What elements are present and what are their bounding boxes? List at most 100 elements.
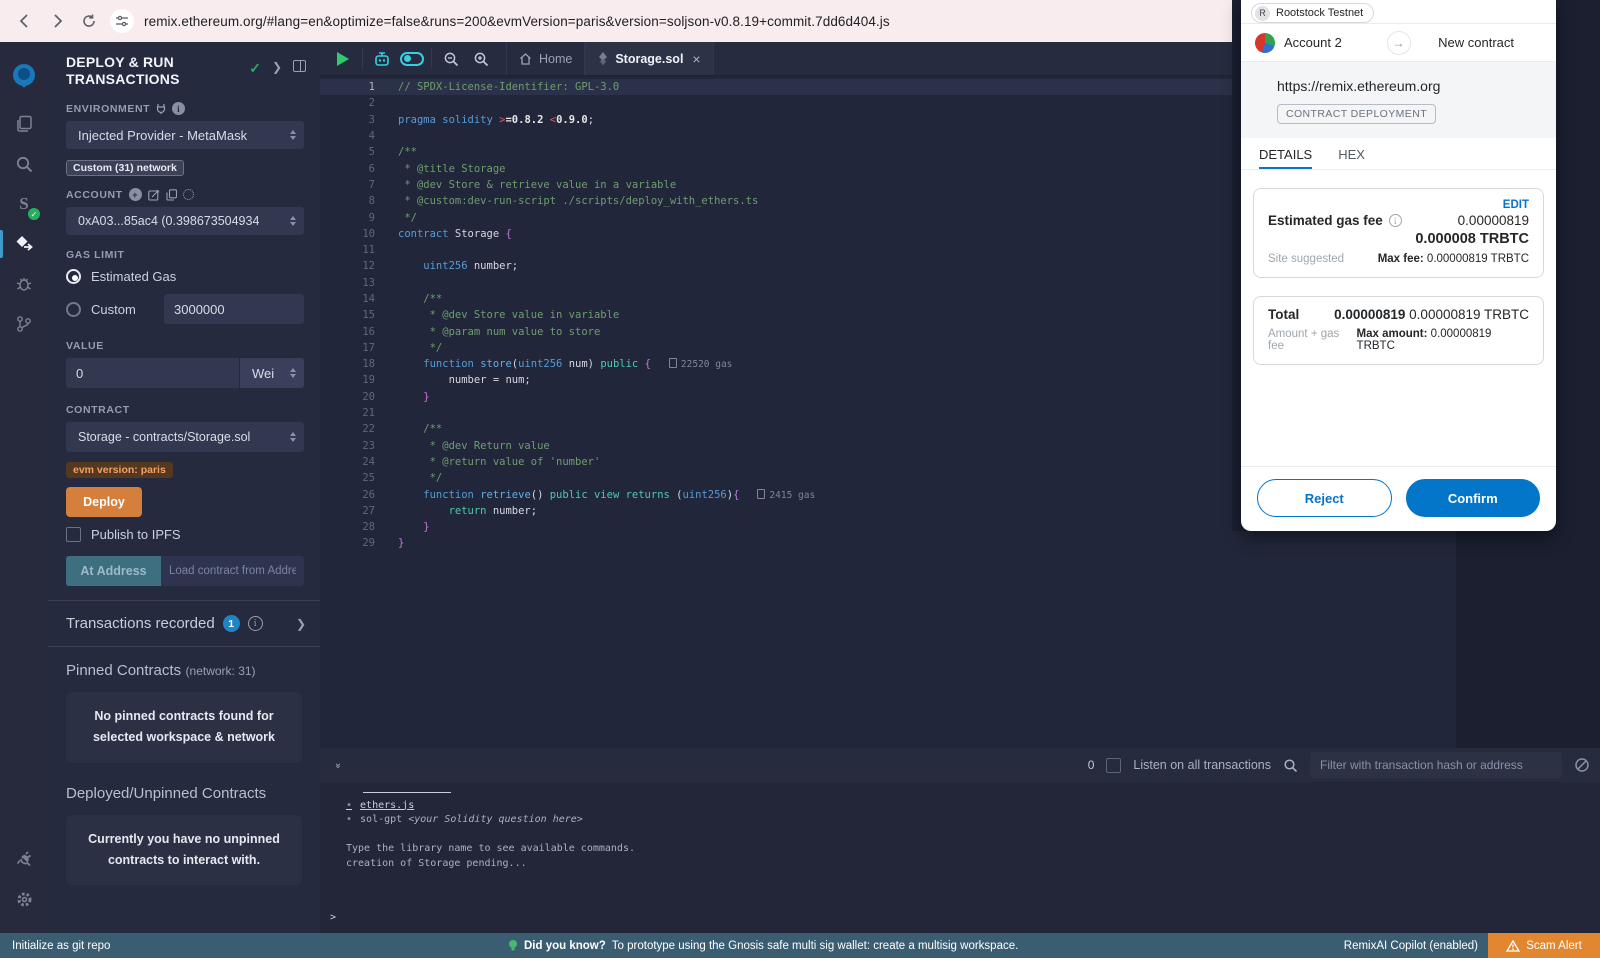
zoom-in-icon[interactable] <box>466 42 496 75</box>
code-token: number; <box>474 260 518 272</box>
forward-icon[interactable] <box>46 10 68 32</box>
clear-terminal-icon[interactable] <box>1574 757 1590 773</box>
remixai-assistant-icon[interactable] <box>367 42 397 75</box>
custom-gas-label: Custom <box>91 302 154 317</box>
tab-hex[interactable]: HEX <box>1338 147 1365 169</box>
line-number: 4 <box>320 130 375 142</box>
contract-select[interactable]: Storage - contracts/Storage.sol <box>66 422 304 452</box>
custom-gas-radio[interactable] <box>66 302 81 317</box>
line-number: 22 <box>320 423 375 435</box>
code-token: // SPDX-License-Identifier: GPL-3.0 <box>398 81 619 93</box>
network-pill[interactable]: R Rootstock Testnet <box>1251 3 1374 23</box>
copy-account-icon[interactable] <box>166 189 177 201</box>
publish-ipfs-checkbox[interactable] <box>66 527 81 542</box>
network-avatar: R <box>1255 6 1270 21</box>
plug-small-icon[interactable] <box>156 103 166 114</box>
confirm-button[interactable]: Confirm <box>1406 479 1541 517</box>
debugger-icon[interactable] <box>0 264 48 304</box>
code-token: { <box>505 228 511 240</box>
line-number: 28 <box>320 521 375 533</box>
code-token: function <box>398 358 480 370</box>
reject-button[interactable]: Reject <box>1257 479 1392 517</box>
pinned-network-label: (network: 31) <box>186 664 256 678</box>
account-select[interactable]: 0xA03...85ac4 (0.398673504934 <box>66 207 304 235</box>
line-number: 19 <box>320 374 375 386</box>
terminal-line[interactable]: ethers.js <box>346 799 1600 814</box>
did-you-know-title: Did you know? <box>524 940 606 952</box>
environment-info-icon[interactable]: i <box>172 102 185 115</box>
max-amount-label: Max amount: <box>1357 328 1428 340</box>
terminal-line: sol-gpt <your Solidity question here> <box>346 813 1600 828</box>
listen-all-checkbox[interactable] <box>1106 758 1121 773</box>
code-token: } <box>398 537 404 549</box>
code-line[interactable]: 29} <box>320 535 1456 551</box>
line-number: 15 <box>320 309 375 321</box>
terminal-header: ⌄⌄ 0 Listen on all transactions <box>320 748 1600 782</box>
tab-home[interactable]: Home <box>506 42 585 75</box>
transactions-info-icon[interactable]: i <box>248 616 263 631</box>
code-token: 0.9.0 <box>556 114 588 126</box>
site-settings-icon[interactable] <box>110 9 134 33</box>
gas-estimate-annotation: 2415 gas <box>757 490 815 501</box>
sign-message-icon[interactable] <box>148 189 160 201</box>
address-bar[interactable]: remix.ethereum.org/#lang=en&optimize=fal… <box>144 14 890 29</box>
collapse-terminal-icon[interactable]: ⌄⌄ <box>330 761 346 769</box>
tab-details[interactable]: DETAILS <box>1259 147 1312 169</box>
pin-panel-chevron-icon[interactable]: ❯ <box>272 60 282 74</box>
pinned-contracts-heading: Pinned Contracts <box>66 662 181 679</box>
deploy-run-icon[interactable] <box>0 224 48 264</box>
line-number: 26 <box>320 489 375 501</box>
code-token: number = num; <box>398 374 531 386</box>
git-init-button[interactable]: Initialize as git repo <box>0 940 110 952</box>
deploy-button[interactable]: Deploy <box>66 487 142 517</box>
terminal-panel: ⌄⌄ 0 Listen on all transactions > ethers… <box>320 748 1600 933</box>
file-explorer-icon[interactable] <box>0 104 48 144</box>
line-number: 10 <box>320 228 375 240</box>
custom-gas-input[interactable] <box>164 294 304 324</box>
run-script-icon[interactable] <box>328 42 358 75</box>
line-number: 1 <box>320 81 375 93</box>
tab-storage-sol[interactable]: Storage.sol × <box>585 42 713 75</box>
code-token: /** <box>398 293 442 305</box>
copilot-status[interactable]: RemixAI Copilot (enabled) <box>1344 940 1478 952</box>
terminal-prompt[interactable]: > <box>330 912 336 923</box>
settings-gear-icon[interactable] <box>0 879 48 919</box>
terminal-output[interactable]: > ethers.jssol-gpt <your Solidity questi… <box>320 782 1600 933</box>
add-account-icon[interactable]: + <box>129 188 142 201</box>
terminal-filter-input[interactable] <box>1310 752 1562 778</box>
estimated-gas-radio[interactable] <box>66 269 81 284</box>
total-value-rest: 0.00000819 TRBTC <box>1409 307 1529 322</box>
transactions-expand-chevron[interactable]: ❯ <box>296 617 306 631</box>
close-tab-icon[interactable]: × <box>692 51 700 67</box>
plugin-manager-icon[interactable] <box>0 839 48 879</box>
deploy-run-panel: DEPLOY & RUNTRANSACTIONS ✓ ❯ ENVIRONMENT… <box>48 42 320 933</box>
back-icon[interactable] <box>14 10 36 32</box>
value-unit-select[interactable]: Wei <box>240 358 304 388</box>
remix-ide-screen: remix.ethereum.org/#lang=en&optimize=fal… <box>0 0 1600 958</box>
code-token: * @dev Store & retrieve value in a varia… <box>398 179 676 191</box>
search-icon[interactable] <box>0 144 48 184</box>
account-label: ACCOUNT <box>66 189 123 201</box>
gas-limit-label: GAS LIMIT <box>66 249 304 261</box>
gas-fee-info-icon[interactable]: i <box>1389 214 1402 227</box>
code-token: uint256 <box>398 260 474 272</box>
zoom-out-icon[interactable] <box>436 42 466 75</box>
remix-logo[interactable] <box>0 48 48 104</box>
value-input[interactable] <box>66 358 239 388</box>
select-stepper-icon <box>290 130 296 140</box>
solidity-compiler-icon[interactable]: S ✓ <box>0 184 48 224</box>
environment-select[interactable]: Injected Provider - MetaMask <box>66 121 304 149</box>
copilot-toggle-icon[interactable] <box>397 42 427 75</box>
at-address-button[interactable]: At Address <box>66 556 161 586</box>
code-token: =0.8.2 <box>505 114 549 126</box>
reload-icon[interactable] <box>78 10 100 32</box>
git-icon[interactable] <box>0 304 48 344</box>
scam-alert-button[interactable]: Scam Alert <box>1488 933 1600 958</box>
code-token: uint256 <box>518 358 562 370</box>
pinned-empty-message: No pinned contracts found forselected wo… <box>66 692 302 763</box>
transactions-recorded-row[interactable]: Transactions recorded 1 i ❯ <box>48 601 320 632</box>
code-token: { <box>645 358 651 370</box>
at-address-input[interactable] <box>161 556 304 586</box>
split-view-icon[interactable] <box>293 60 306 72</box>
edit-gas-button[interactable]: EDIT <box>1268 199 1529 211</box>
